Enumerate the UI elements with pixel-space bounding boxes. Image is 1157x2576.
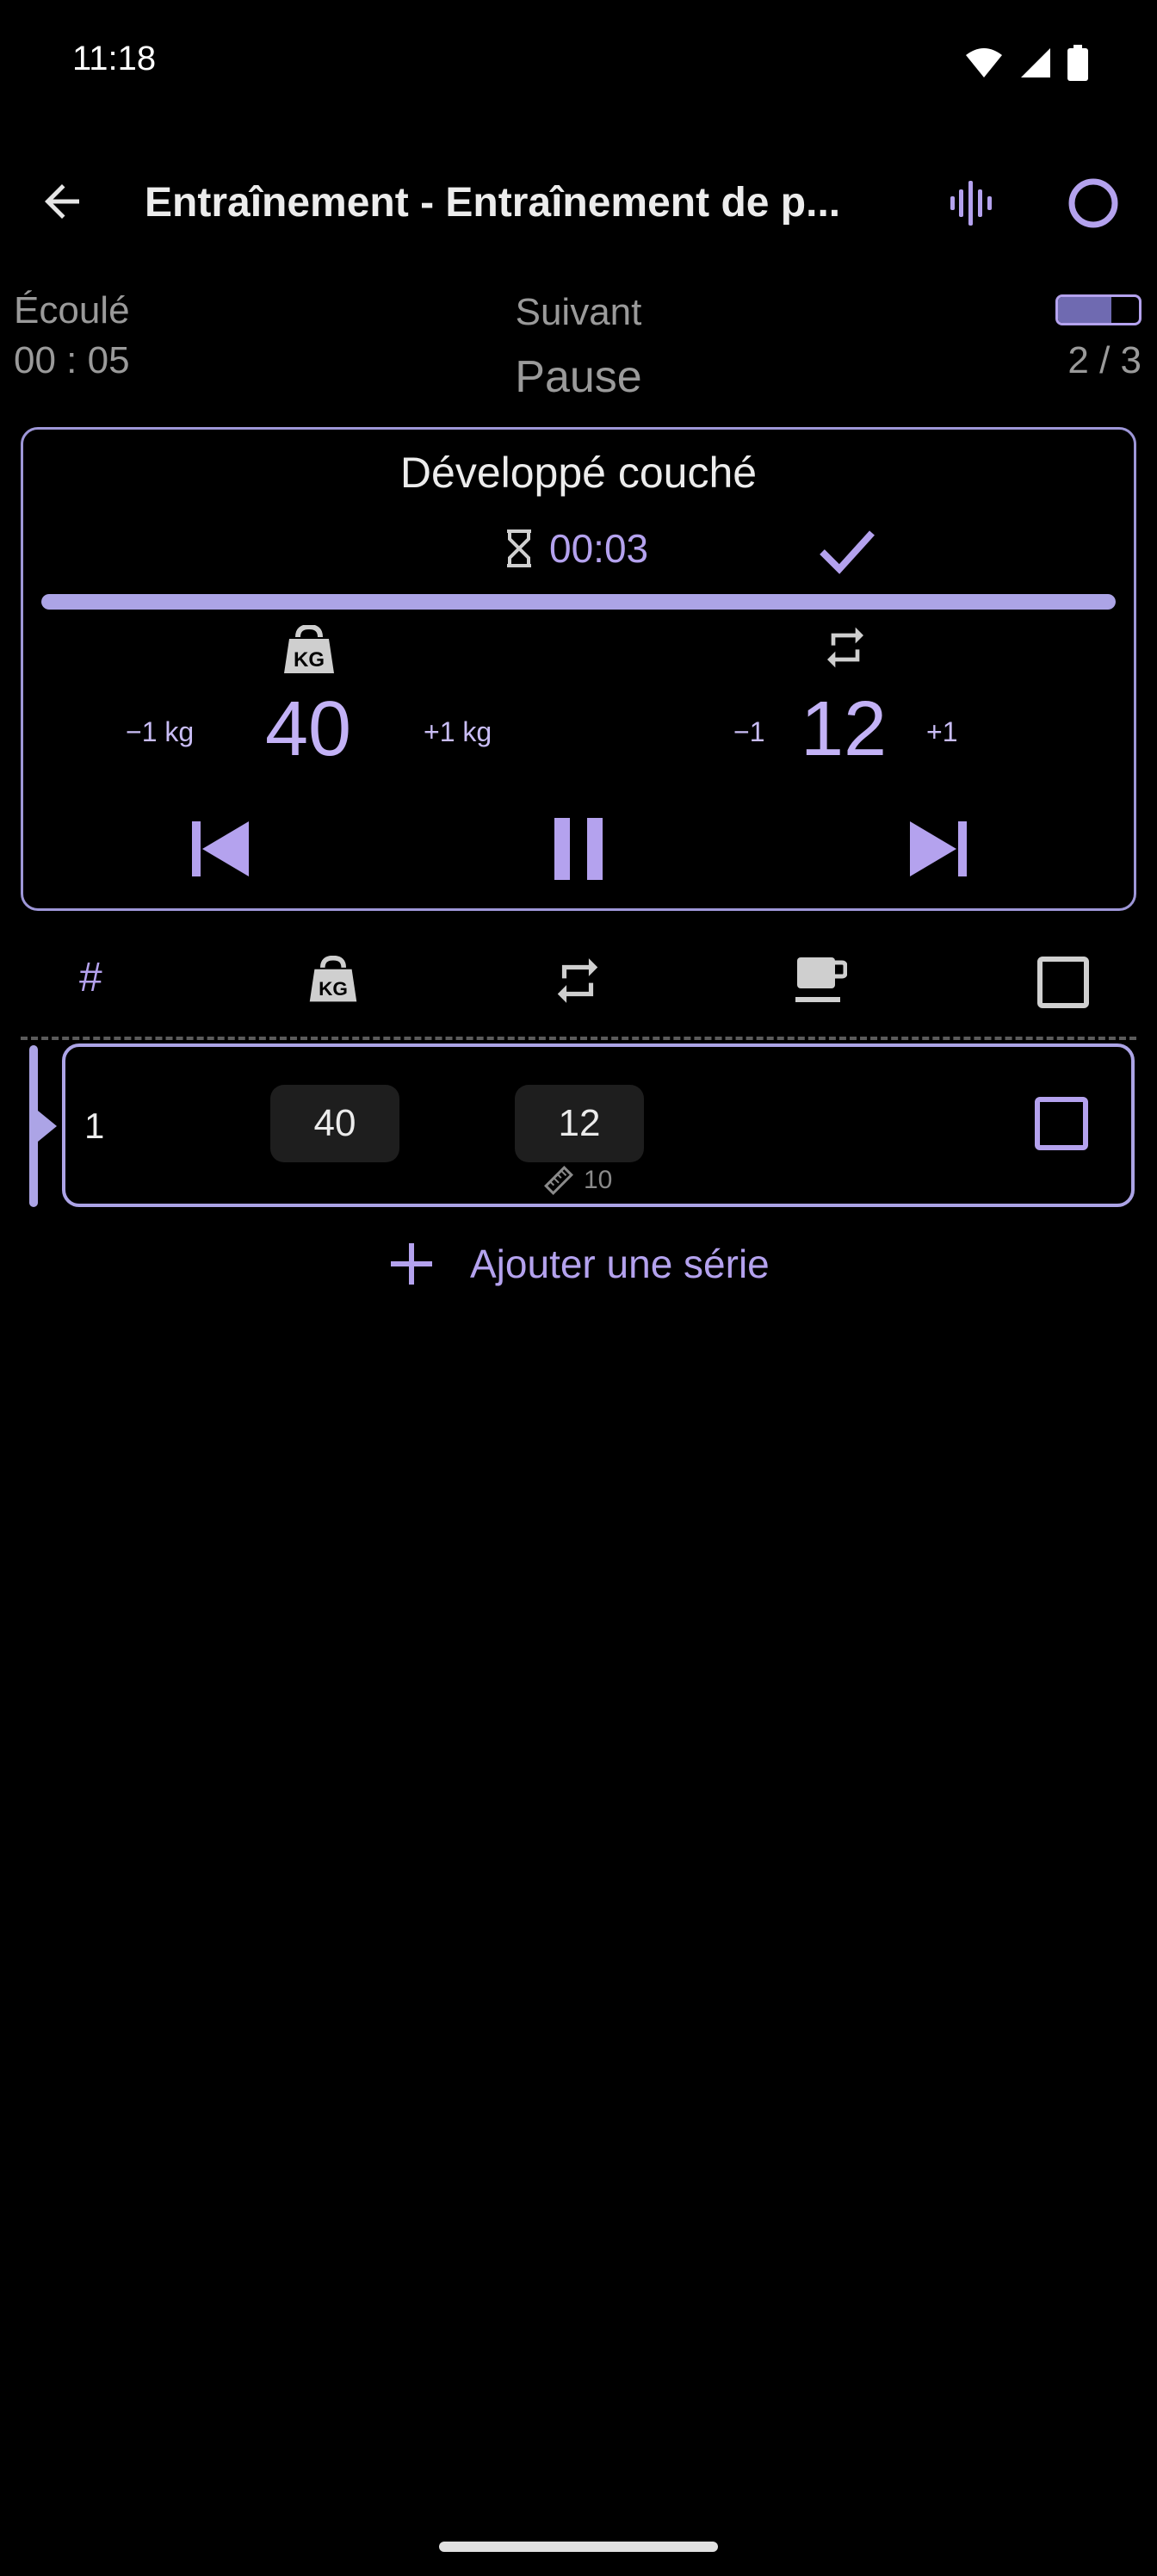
reps-decrease-button[interactable]: −1 (733, 716, 764, 748)
timer-value: 00:03 (549, 526, 649, 571)
hourglass-icon (507, 529, 531, 567)
signal-icon (1021, 48, 1050, 77)
rest-progress-fill (41, 594, 1116, 610)
pause-icon (554, 818, 603, 880)
wifi-icon (966, 48, 1002, 77)
circle-icon (1068, 178, 1118, 228)
workout-progress-fill (1058, 297, 1112, 323)
workout-progress-count: 2 / 3 (1067, 339, 1142, 381)
record-button[interactable] (1061, 172, 1126, 234)
plus-icon (391, 1243, 432, 1285)
reps-value[interactable]: 12 (801, 685, 887, 774)
set-done-checkbox[interactable] (1033, 1095, 1090, 1156)
column-done-checkbox[interactable] (1036, 956, 1090, 1013)
next-value: Pause (515, 352, 642, 402)
reps-increase-button[interactable]: +1 (926, 716, 957, 748)
check-icon (820, 530, 875, 574)
add-set-button[interactable]: Ajouter une série (387, 1240, 770, 1288)
weight-value[interactable]: 40 (265, 685, 351, 774)
arrow-back-icon (45, 184, 79, 219)
next-button[interactable] (900, 808, 976, 890)
complete-button[interactable] (813, 520, 882, 582)
set-reps-field[interactable]: 12 (515, 1085, 644, 1162)
weight-increase-button[interactable]: +1 kg (424, 716, 492, 748)
workout-progress-bar (1055, 294, 1142, 325)
exercise-name: Développé couché (399, 449, 758, 497)
set-number: 1 (84, 1105, 105, 1146)
skip-previous-icon (192, 821, 249, 876)
rest-progress-bar (41, 594, 1116, 610)
set-weight-field[interactable]: 40 (270, 1085, 399, 1162)
status-icons (964, 45, 1088, 81)
column-weight-icon: KG (306, 955, 360, 1008)
current-set-indicator (29, 1045, 38, 1207)
ruler-icon (544, 1166, 573, 1195)
waveform-icon (950, 181, 992, 226)
status-time: 11:18 (72, 40, 157, 77)
rest-timer: 00:03 (504, 525, 648, 572)
column-rest-cup-icon (794, 954, 848, 1010)
column-reps-icon (551, 954, 604, 1012)
kettlebell-icon: KG (281, 623, 337, 679)
repeat-icon (821, 623, 869, 676)
skip-next-icon (910, 821, 967, 876)
previous-button[interactable] (183, 808, 258, 890)
battery-icon (1067, 45, 1088, 81)
add-set-label: Ajouter une série (470, 1242, 770, 1286)
back-button[interactable] (31, 170, 93, 232)
dashed-divider (21, 1037, 1136, 1040)
weight-decrease-button[interactable]: −1 kg (126, 716, 194, 748)
set-target-reps: 10 (544, 1166, 612, 1195)
home-indicator[interactable] (439, 2542, 718, 2552)
svg-text:KG: KG (294, 648, 325, 672)
pause-button[interactable] (541, 808, 616, 890)
column-number-header: # (79, 955, 102, 1000)
next-label: Suivant (515, 291, 642, 333)
page-title: Entraînement - Entraînement de p... (145, 180, 841, 226)
voice-button[interactable] (938, 172, 1004, 234)
set-target-value: 10 (584, 1166, 613, 1194)
current-set-arrow-icon (38, 1111, 57, 1142)
svg-text:KG: KG (319, 978, 348, 1000)
